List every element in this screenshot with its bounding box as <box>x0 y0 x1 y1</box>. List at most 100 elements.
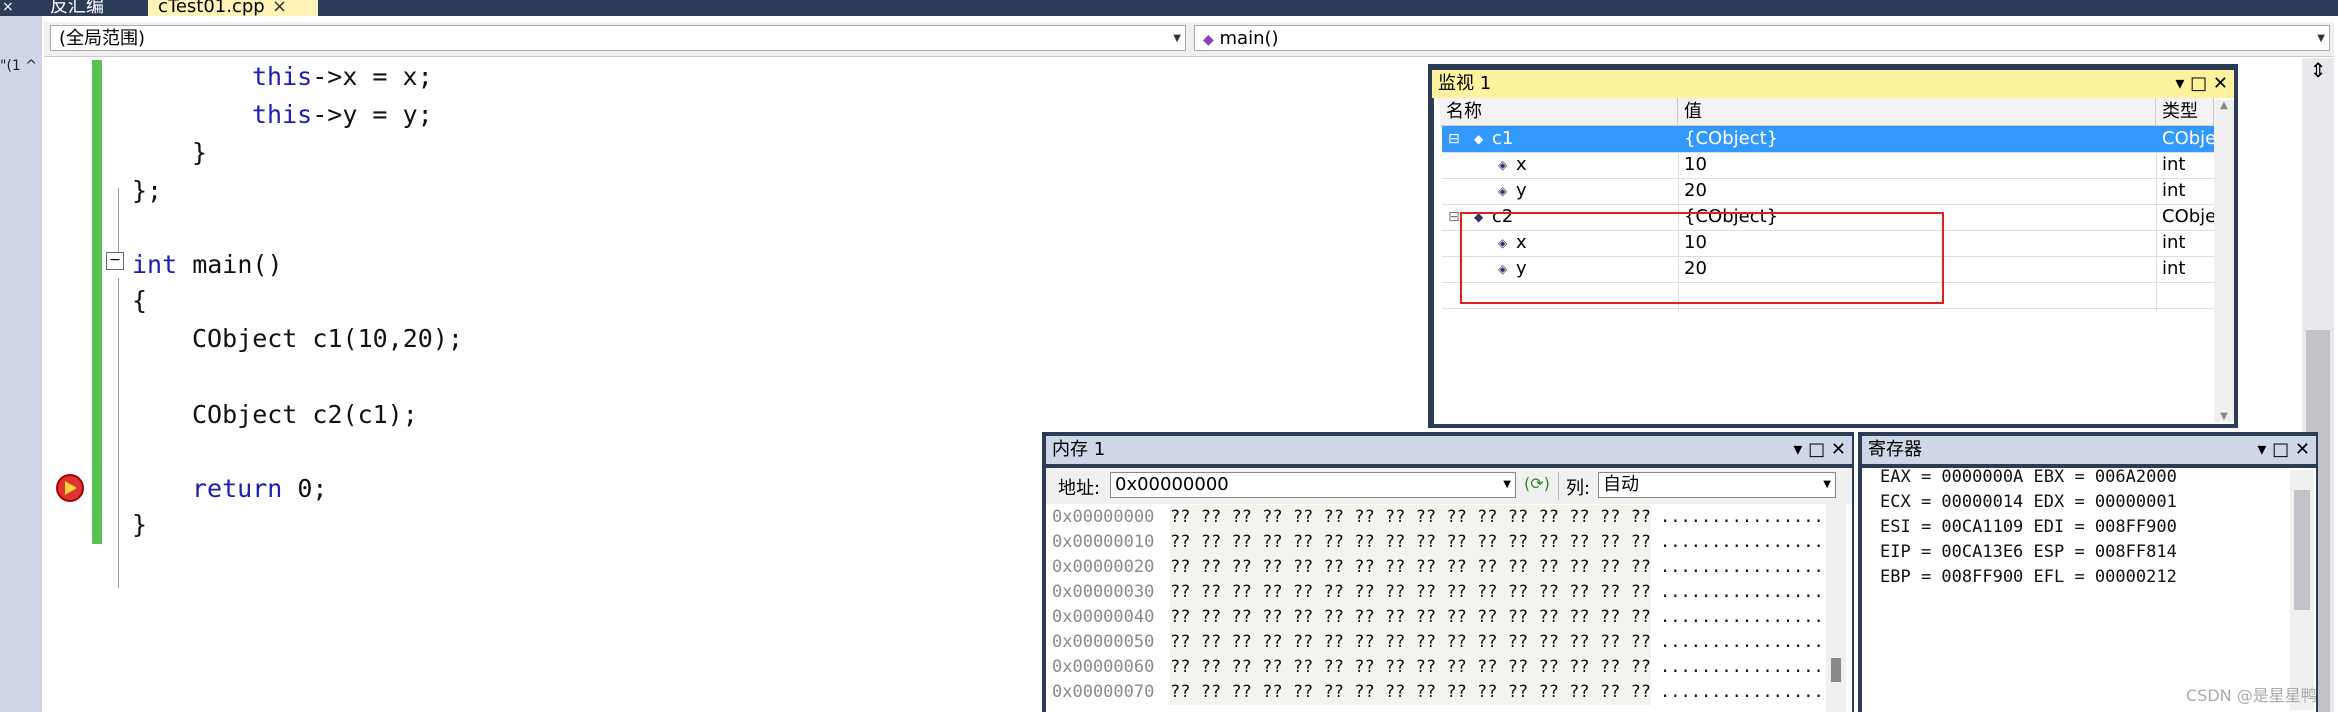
highlight-annotation-box <box>1460 212 1944 304</box>
scope-dropdown[interactable]: (全局范围) ▼ <box>50 25 1186 51</box>
maximize-icon[interactable]: □ <box>2272 439 2289 460</box>
navigation-bar: (全局范围) ▼ ◆ main() ▼ <box>44 22 2334 57</box>
watch-window-title: 监视 1 <box>1438 73 1492 94</box>
memory-row: 0x00000040 ?? ?? ?? ?? ?? ?? ?? ?? ?? ?? … <box>1052 605 1824 630</box>
left-close-icon[interactable]: × <box>2 0 14 14</box>
watch-header-name[interactable]: 名称 <box>1440 98 1678 126</box>
watch-type: int <box>2162 180 2186 201</box>
dropdown-icon[interactable]: ▾ <box>2175 73 2184 94</box>
memory-vertical-scrollbar[interactable] <box>1826 504 1846 712</box>
collapse-toggle-icon[interactable]: − <box>106 252 124 270</box>
function-icon: ◆ <box>1203 32 1214 48</box>
close-icon[interactable]: ✕ <box>1831 439 1846 460</box>
scroll-down-icon[interactable]: ▼ <box>2214 411 2234 422</box>
watch-name: x <box>1516 154 1527 175</box>
register-line: EIP = 00CA13E6 ESP = 008FF814 <box>1880 542 2177 562</box>
memory-scroll-thumb[interactable] <box>1831 658 1841 682</box>
block-guide <box>118 278 119 588</box>
memory-address: 0x00000050 <box>1052 632 1155 652</box>
columns-select[interactable]: 自动 ▼ <box>1598 472 1836 498</box>
watch-row[interactable]: ◈ x 10 int <box>1442 152 2214 179</box>
memory-hex: ?? ?? ?? ?? ?? ?? ?? ?? ?? ?? ?? ?? ?? ?… <box>1170 605 1652 630</box>
registers-scroll-thumb[interactable] <box>2294 490 2310 610</box>
close-icon[interactable]: ✕ <box>2213 73 2228 94</box>
chevron-down-icon[interactable]: ▼ <box>1503 473 1511 497</box>
memory-ascii: ................ <box>1660 507 1824 527</box>
object-icon: ◆ <box>1474 132 1484 146</box>
tab-disassembly[interactable]: 反汇编 <box>40 0 160 16</box>
columns-label: 列: <box>1566 478 1591 499</box>
memory-toolbar: 地址: 0x00000000 ▼ (⟳) 列: 自动 ▼ <box>1046 468 1852 504</box>
register-line: EAX = 0000000A EBX = 006A2000 <box>1880 467 2177 487</box>
memory-window-title: 内存 1 <box>1052 439 1106 460</box>
address-input[interactable]: 0x00000000 ▼ <box>1110 472 1516 498</box>
left-strip-text: "(1 ^ <box>0 58 37 74</box>
field-icon: ◈ <box>1498 158 1508 172</box>
chevron-down-icon[interactable]: ▼ <box>1823 473 1831 497</box>
scroll-up-icon[interactable]: ▲ <box>2214 100 2234 111</box>
close-icon[interactable]: ✕ <box>2295 439 2310 460</box>
memory-row: 0x00000060 ?? ?? ?? ?? ?? ?? ?? ?? ?? ?? … <box>1052 655 1824 680</box>
tab-close-icon[interactable]: × <box>272 0 287 16</box>
memory-ascii: ................ <box>1660 657 1824 677</box>
function-dropdown[interactable]: ◆ main() ▼ <box>1194 25 2330 51</box>
memory-row: 0x00000050 ?? ?? ?? ?? ?? ?? ?? ?? ?? ?? … <box>1052 630 1824 655</box>
memory-address: 0x00000060 <box>1052 657 1155 677</box>
code-line: CObject c2(c1); <box>192 400 418 429</box>
memory-hex: ?? ?? ?? ?? ?? ?? ?? ?? ?? ?? ?? ?? ?? ?… <box>1170 630 1652 655</box>
watch-value: 20 <box>1684 180 1707 201</box>
watch-header-type[interactable]: 类型 <box>2156 98 2214 126</box>
chevron-down-icon: ▼ <box>2317 33 2325 44</box>
memory-hex: ?? ?? ?? ?? ?? ?? ?? ?? ?? ?? ?? ?? ?? ?… <box>1170 505 1652 530</box>
document-tab-strip <box>0 0 2338 16</box>
memory-row: 0x00000000 ?? ?? ?? ?? ?? ?? ?? ?? ?? ?? … <box>1052 505 1824 530</box>
register-line: ECX = 00000014 EDX = 00000001 <box>1880 492 2177 512</box>
maximize-icon[interactable]: □ <box>1808 439 1825 460</box>
watch-name: c1 <box>1492 128 1514 149</box>
watch-type: int <box>2162 232 2186 253</box>
dropdown-icon[interactable]: ▾ <box>1793 439 1802 460</box>
memory-ascii: ................ <box>1660 682 1824 702</box>
watermark: CSDN @是星星鸭 <box>2186 686 2317 705</box>
editor-gutter[interactable] <box>44 58 92 712</box>
watch-row[interactable]: ◈ y 20 int <box>1442 178 2214 205</box>
chevron-down-icon: ▼ <box>1173 33 1181 44</box>
split-window-icon[interactable]: ⇕ <box>2302 58 2334 84</box>
code-line: return 0; <box>192 474 328 503</box>
memory-ascii: ................ <box>1660 607 1824 627</box>
tab-ctest01-cpp[interactable]: cTest01.cpp <box>148 0 318 16</box>
refresh-icon[interactable]: (⟳) <box>1524 474 1550 493</box>
dropdown-icon[interactable]: ▾ <box>2257 439 2266 460</box>
watch-type: CObje <box>2162 128 2214 149</box>
watch-name: y <box>1516 180 1527 201</box>
watch-row[interactable]: ⊟ ◆ c1 {CObject} CObje <box>1442 126 2214 153</box>
register-line: EBP = 008FF900 EFL = 00000212 <box>1880 567 2177 587</box>
watch-type: CObje <box>2162 206 2214 227</box>
code-line: CObject c1(10,20); <box>192 324 463 353</box>
memory-hex: ?? ?? ?? ?? ?? ?? ?? ?? ?? ?? ?? ?? ?? ?… <box>1170 555 1652 580</box>
collapse-icon[interactable]: ⊟ <box>1448 126 1460 152</box>
memory-address: 0x00000010 <box>1052 532 1155 552</box>
watch-type: int <box>2162 258 2186 279</box>
registers-window-title-bar[interactable]: 寄存器 ▾ □ ✕ <box>1862 436 2316 464</box>
memory-row: 0x00000020 ?? ?? ?? ?? ?? ?? ?? ?? ?? ?? … <box>1052 555 1824 580</box>
watch-window-title-bar[interactable]: 监视 1 ▾ □ ✕ <box>1432 70 2234 98</box>
register-line: ESI = 00CA1109 EDI = 008FF900 <box>1880 517 2177 537</box>
function-dropdown-label: main() <box>1219 28 1279 49</box>
watch-header-value[interactable]: 值 <box>1678 98 2156 126</box>
maximize-icon[interactable]: □ <box>2190 73 2207 94</box>
memory-window-title-bar[interactable]: 内存 1 ▾ □ ✕ <box>1046 436 1852 464</box>
registers-vertical-scrollbar[interactable] <box>2290 470 2314 710</box>
collapse-icon[interactable]: ⊟ <box>1448 204 1460 230</box>
code-line: { <box>132 286 148 315</box>
memory-address: 0x00000030 <box>1052 582 1155 602</box>
memory-address: 0x00000070 <box>1052 682 1155 702</box>
toolbar-divider <box>1558 472 1559 500</box>
memory-row: 0x00000010 ?? ?? ?? ?? ?? ?? ?? ?? ?? ?? … <box>1052 530 1824 555</box>
code-line: int main() <box>132 250 283 279</box>
watch-vertical-scrollbar[interactable]: ▲ ▼ <box>2214 100 2234 422</box>
scope-dropdown-label: (全局范围) <box>59 28 146 49</box>
block-guide <box>118 188 119 256</box>
registers-window-title: 寄存器 <box>1868 439 1922 460</box>
code-line: } <box>132 510 148 539</box>
